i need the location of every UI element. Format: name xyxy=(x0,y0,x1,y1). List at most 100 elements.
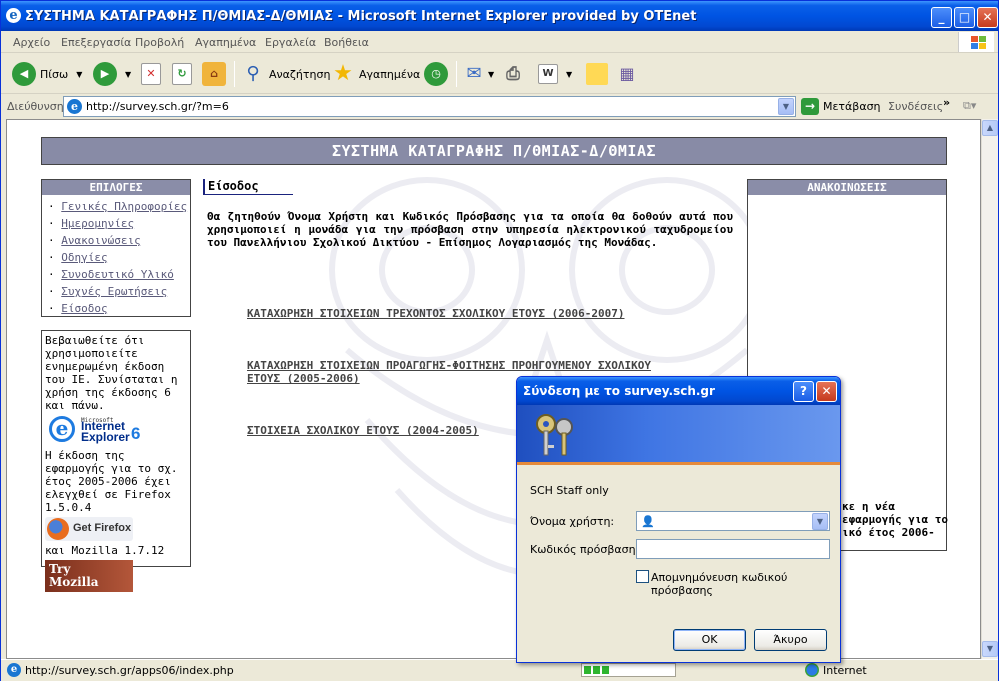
browser-window: e ΣΥΣΤΗΜΑ ΚΑΤΑΓΡΑΦΗΣ Π/ΘΜΙΑΣ-Δ/ΘΜΙΑΣ - M… xyxy=(0,0,999,681)
history-icon: ◷ xyxy=(424,62,448,86)
progress-bar xyxy=(581,663,676,677)
options-panel: ΕΠΙΛΟΓΕΣ · Γενικές Πληροφορίες · Ημερομη… xyxy=(41,179,191,317)
username-dropdown-icon[interactable]: ▼ xyxy=(812,513,828,530)
edit-dropdown-icon[interactable]: ▼ xyxy=(566,70,572,79)
toolbar-separator xyxy=(456,61,457,87)
login-dialog: Σύνδεση με το survey.sch.gr ? ✕ SCH Staf… xyxy=(516,376,841,663)
go-button[interactable]: → Μετάβαση xyxy=(801,98,881,115)
back-button[interactable]: ◀ Πίσω ▼ xyxy=(12,60,82,88)
remember-password-checkbox[interactable] xyxy=(636,570,649,583)
refresh-button[interactable]: ↻ xyxy=(172,60,192,88)
dialog-title-bar[interactable]: Σύνδεση με το survey.sch.gr ? ✕ xyxy=(517,377,840,405)
page-icon: e xyxy=(67,99,82,114)
windows-logo-icon xyxy=(958,32,994,52)
dialog-banner xyxy=(517,405,840,465)
note-icon xyxy=(586,63,608,85)
refresh-icon: ↻ xyxy=(172,63,192,85)
firefox-badge-label: Get Firefox xyxy=(73,522,132,534)
option-dates[interactable]: Ημερομηνίες xyxy=(61,217,134,230)
scroll-down-icon[interactable]: ▼ xyxy=(982,641,998,657)
stop-icon: ✕ xyxy=(141,63,161,85)
page-loading-icon: e xyxy=(7,663,21,677)
stop-button[interactable]: ✕ xyxy=(141,60,161,88)
option-login[interactable]: Είσοδος xyxy=(61,302,107,315)
window-title: ΣΥΣΤΗΜΑ ΚΑΤΑΓΡΑΦΗΣ Π/ΘΜΙΑΣ-Δ/ΘΜΙΑΣ - Mic… xyxy=(25,9,697,24)
research-icon: ▦ xyxy=(619,64,635,83)
mozilla-note: και Mozilla 1.7.12 xyxy=(45,544,165,557)
password-label: Κωδικός πρόσβασης: xyxy=(530,543,646,556)
printer-icon: ⎙ xyxy=(506,64,520,84)
forward-button[interactable]: ▶ ▼ xyxy=(93,60,131,88)
keys-icon xyxy=(536,414,573,456)
username-label: Όνομα χρήστη: xyxy=(530,515,615,528)
word-icon: W xyxy=(538,64,558,84)
menu-edit[interactable]: Επεξεργασία xyxy=(61,36,131,49)
menu-file[interactable]: Αρχείο xyxy=(13,36,50,49)
vertical-scrollbar[interactable]: ▲ ▼ xyxy=(981,119,998,659)
minimize-button[interactable]: _ xyxy=(931,7,952,28)
go-label: Μετάβαση xyxy=(823,100,881,113)
menu-view[interactable]: Προβολή xyxy=(135,36,184,49)
password-field[interactable] xyxy=(636,539,830,559)
home-icon: ⌂ xyxy=(202,62,226,86)
address-bar: Διεύθυνση e http://survey.sch.gr/?m=6 ▼ … xyxy=(1,95,998,119)
option-announcements[interactable]: Ανακοινώσεις xyxy=(61,234,140,247)
ie-badge-version: 6 xyxy=(131,424,141,443)
menu-tools[interactable]: Εργαλεία xyxy=(265,36,316,49)
dialog-close-button[interactable]: ✕ xyxy=(816,381,837,402)
links-label[interactable]: Συνδέσεις xyxy=(888,100,943,113)
progress-fill xyxy=(584,666,611,674)
section-title: Είσοδος xyxy=(203,179,293,195)
menu-favorites[interactable]: Αγαπημένα xyxy=(195,36,256,49)
chevron-icon[interactable]: » xyxy=(943,96,950,109)
remember-password-label[interactable]: Απομνημόνευση κωδικού πρόσβασης xyxy=(651,571,840,597)
star-icon: ★ xyxy=(333,61,353,86)
mail-icon: ✉ xyxy=(466,63,482,84)
try-mozilla-badge[interactable]: Try Mozilla xyxy=(45,560,133,592)
option-materials[interactable]: Συνοδευτικό Υλικό xyxy=(61,268,174,281)
search-label: Αναζήτηση xyxy=(269,67,331,81)
home-button[interactable]: ⌂ xyxy=(202,60,226,88)
ie-logo-icon: e xyxy=(49,416,75,442)
address-input[interactable]: e http://survey.sch.gr/?m=6 ▼ xyxy=(63,96,796,117)
close-button[interactable]: ✕ xyxy=(977,7,998,28)
menu-help[interactable]: Βοήθεια xyxy=(324,36,369,49)
mozilla-badge-line2: Mozilla xyxy=(49,575,99,589)
ok-button[interactable]: OK xyxy=(673,629,746,651)
back-arrow-icon: ◀ xyxy=(12,62,36,86)
firefox-logo-icon xyxy=(47,518,69,540)
favorites-button[interactable]: ★ Αγαπημένα xyxy=(331,60,420,88)
ie6-badge[interactable]: e Microsoft Internet Explorer 6 xyxy=(49,414,187,446)
mail-dropdown-icon[interactable]: ▼ xyxy=(488,70,494,79)
discuss-button[interactable] xyxy=(586,60,608,88)
mail-button[interactable]: ✉ ▼ xyxy=(462,60,494,88)
history-button[interactable]: ◷ xyxy=(424,60,448,88)
link-current-year[interactable]: ΚΑΤΑΧΩΡΗΣΗ ΣΤΟΙΧΕΙΩΝ ΤΡΕΧΟΝΤΟΣ ΣΧΟΛΙΚΟΥ … xyxy=(247,307,677,320)
option-faq[interactable]: Συχνές Ερωτήσεις xyxy=(61,285,167,298)
search-icon: ⚲ xyxy=(246,63,260,84)
title-bar[interactable]: e ΣΥΣΤΗΜΑ ΚΑΤΑΓΡΑΦΗΣ Π/ΘΜΙΑΣ-Δ/ΘΜΙΑΣ - M… xyxy=(1,1,998,31)
edit-button[interactable]: W ▼ xyxy=(538,60,572,88)
back-dropdown-icon[interactable]: ▼ xyxy=(76,70,82,79)
cancel-button[interactable]: Άκυρο xyxy=(754,629,827,651)
option-general-info[interactable]: Γενικές Πληροφορίες xyxy=(61,200,187,213)
maximize-button[interactable]: □ xyxy=(954,7,975,28)
address-dropdown-icon[interactable]: ▼ xyxy=(778,98,794,115)
page-header: ΣΥΣΤΗΜΑ ΚΑΤΑΓΡΑΦΗΣ Π/ΘΜΙΑΣ-Δ/ΘΜΙΑΣ xyxy=(41,137,947,165)
announcement-text: κε η νέα εφαρμογής για το ικό έτος 2006- xyxy=(842,500,948,539)
options-title: ΕΠΙΛΟΓΕΣ xyxy=(42,180,190,195)
browser-note: Βεβαιωθείτε ότι χρησιμοποιείτε ενημερωμέ… xyxy=(45,334,178,412)
status-url: http://survey.sch.gr/apps06/index.php xyxy=(25,664,234,677)
search-button[interactable]: ⚲ Αναζήτηση xyxy=(241,60,330,88)
print-button[interactable]: ⎙ xyxy=(501,60,525,88)
forward-dropdown-icon[interactable]: ▼ xyxy=(125,70,131,79)
help-button[interactable]: ? xyxy=(793,381,814,402)
scroll-up-icon[interactable]: ▲ xyxy=(982,120,998,136)
announcement-line: ικό έτος 2006- xyxy=(842,526,935,539)
research-button[interactable]: ▦ xyxy=(615,60,639,88)
get-firefox-badge[interactable]: Get Firefox xyxy=(45,517,133,541)
username-combobox[interactable]: 👤 ▼ xyxy=(636,511,830,531)
announcement-line: εφαρμογής για το xyxy=(842,513,948,526)
option-instructions[interactable]: Οδηγίες xyxy=(61,251,107,264)
toolbar-extra-icon[interactable]: ⧉▾ xyxy=(963,99,976,113)
